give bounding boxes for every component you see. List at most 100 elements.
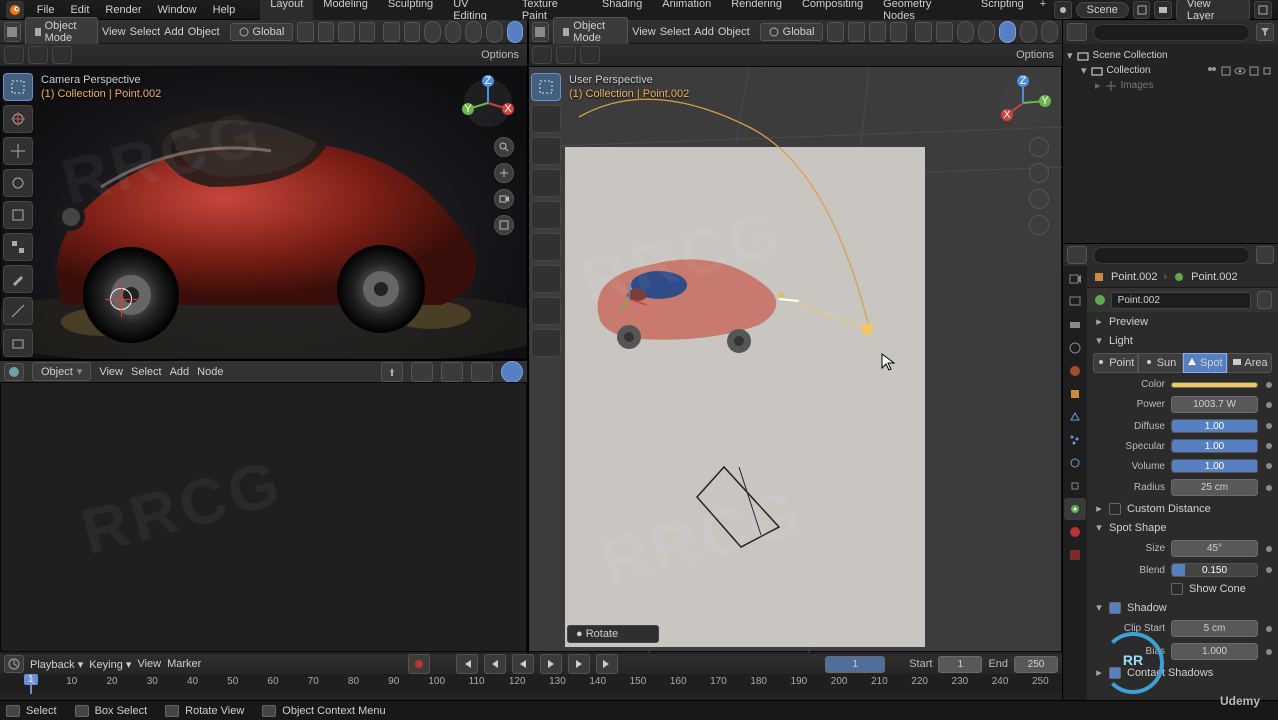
start-frame[interactable]: 1 (938, 656, 982, 673)
vpr-menu-add[interactable]: Add (694, 26, 714, 38)
tool-addcube-r[interactable] (531, 329, 561, 357)
panel-light[interactable]: ▾Light (1087, 331, 1278, 350)
prop-tab-world-icon[interactable] (1064, 360, 1086, 382)
shading-render-icon[interactable] (507, 21, 524, 43)
light-name-input[interactable] (1111, 292, 1251, 309)
clip-field[interactable]: 5 cm (1171, 620, 1258, 637)
nav-camera-icon[interactable] (494, 189, 514, 209)
editor-type-icon-r[interactable] (532, 22, 549, 42)
panel-spot-shape[interactable]: ▾Spot Shape (1087, 518, 1278, 537)
hide-icon[interactable] (1234, 65, 1246, 77)
snap-toggle[interactable] (318, 22, 335, 42)
panel-custom-distance[interactable]: ▸Custom Distance (1087, 499, 1278, 518)
shader-type-selector[interactable]: Object▾ (32, 362, 91, 381)
outliner-collection[interactable]: ▾ Collection (1067, 63, 1274, 78)
editor-type-shader-icon[interactable] (4, 363, 24, 381)
tool-rotate-r[interactable] (531, 169, 561, 197)
tool-scale[interactable] (3, 201, 33, 229)
select-mode-icon-2[interactable] (28, 46, 48, 64)
pin-icon[interactable] (381, 362, 403, 382)
use-nodes-icon[interactable] (411, 362, 433, 382)
current-frame[interactable]: 1 (825, 656, 885, 673)
prop-tab-data-icon[interactable] (1064, 498, 1086, 520)
options-dropdown-left[interactable]: Options (477, 47, 523, 63)
panel-preview[interactable]: ▸Preview (1087, 312, 1278, 331)
tl-menu-marker[interactable]: Marker (167, 658, 201, 670)
vp-menu-object[interactable]: Object (188, 26, 220, 38)
ne-menu-node[interactable]: Node (197, 366, 223, 378)
breadcrumb-object[interactable]: Point.002 (1111, 271, 1157, 283)
render-icon[interactable] (1262, 65, 1274, 77)
vpr-menu-object[interactable]: Object (718, 26, 750, 38)
tool-select-box[interactable] (3, 73, 33, 101)
custom-distance-check[interactable] (1109, 503, 1121, 515)
editor-type-icon[interactable] (4, 22, 21, 42)
tool-cursor-r[interactable] (531, 105, 561, 133)
options-dropdown-right[interactable]: Options (1012, 47, 1058, 63)
new-scene-button[interactable] (1133, 1, 1151, 19)
snap-type-icon[interactable] (338, 22, 355, 42)
bias-field[interactable]: 1.000 (1171, 643, 1258, 660)
exclude-icon[interactable] (1220, 65, 1232, 77)
editor-type-timeline-icon[interactable] (4, 655, 24, 673)
nav-pan-icon-r[interactable] (1029, 163, 1049, 183)
tl-menu-view[interactable]: View (137, 658, 161, 670)
tool-annotate[interactable] (3, 265, 33, 293)
orientation-selector-right[interactable]: Global (760, 23, 824, 41)
prop-tab-render-icon[interactable] (1064, 268, 1086, 290)
select-mode-icon-3[interactable] (52, 46, 72, 64)
snap-toggle-r[interactable] (848, 22, 865, 42)
tool-transform[interactable] (3, 233, 33, 261)
new-viewlayer-button[interactable] (1254, 1, 1272, 19)
prop-tab-output-icon[interactable] (1064, 291, 1086, 313)
keyframe-dot-icon[interactable] (1266, 546, 1272, 552)
shadow-enable-check[interactable] (1109, 602, 1121, 614)
tool-annotate-r[interactable] (531, 265, 561, 293)
keyframe-dot-icon[interactable] (1266, 443, 1272, 449)
datablock-browse-icon[interactable] (1257, 291, 1272, 309)
tool-move[interactable] (3, 137, 33, 165)
tool-select-box-r[interactable] (531, 73, 561, 101)
xray-toggle-r[interactable] (957, 21, 974, 43)
nav-gizmo-icon-r[interactable]: Z Y X (995, 75, 1051, 131)
vp-menu-select[interactable]: Select (130, 26, 161, 38)
show-cone-check[interactable] (1171, 583, 1183, 595)
shading-matprev-icon[interactable] (486, 21, 503, 43)
tool-move-r[interactable] (531, 137, 561, 165)
tool-measure-r[interactable] (531, 297, 561, 325)
jump-end-icon[interactable] (596, 654, 618, 674)
keyframe-dot-icon[interactable] (1266, 567, 1272, 573)
editor-type-properties-icon[interactable] (1067, 246, 1087, 264)
select-mode-icon-r2[interactable] (556, 46, 576, 64)
keyframe-dot-icon[interactable] (1266, 402, 1272, 408)
proportional-toggle[interactable] (359, 22, 376, 42)
end-frame[interactable]: 250 (1014, 656, 1058, 673)
xray-toggle[interactable] (424, 21, 441, 43)
play-rev-icon[interactable] (512, 654, 534, 674)
menu-edit[interactable]: Edit (63, 2, 96, 18)
light-type-area[interactable]: Area (1227, 353, 1272, 373)
menu-help[interactable]: Help (206, 2, 243, 18)
autokey-toggle[interactable] (408, 654, 430, 674)
ne-backdrop-icon[interactable] (501, 361, 523, 383)
ne-menu-select[interactable]: Select (131, 366, 162, 378)
shading-solid-icon[interactable] (465, 21, 482, 43)
ne-option-1-icon[interactable] (441, 362, 463, 382)
overlay-toggle[interactable] (383, 22, 400, 42)
pivot-icon-r[interactable] (827, 22, 844, 42)
prop-tab-particles-icon[interactable] (1064, 429, 1086, 451)
gizmo-toggle[interactable] (404, 22, 421, 42)
light-type-point[interactable]: Point (1093, 353, 1138, 373)
keyframe-dot-icon[interactable] (1266, 382, 1272, 388)
nav-persp-icon[interactable] (494, 215, 514, 235)
play-icon[interactable] (540, 654, 562, 674)
prop-tab-material-icon[interactable] (1064, 521, 1086, 543)
viewlayer-icon[interactable] (1154, 1, 1172, 19)
tool-rotate[interactable] (3, 169, 33, 197)
overlay-toggle-r[interactable] (915, 22, 932, 42)
keyframe-dot-icon[interactable] (1266, 463, 1272, 469)
editor-type-outliner-icon[interactable] (1067, 23, 1087, 41)
tool-scale-r[interactable] (531, 201, 561, 229)
mode-selector-right[interactable]: Object Mode (553, 17, 628, 47)
vp-menu-add[interactable]: Add (164, 26, 184, 38)
